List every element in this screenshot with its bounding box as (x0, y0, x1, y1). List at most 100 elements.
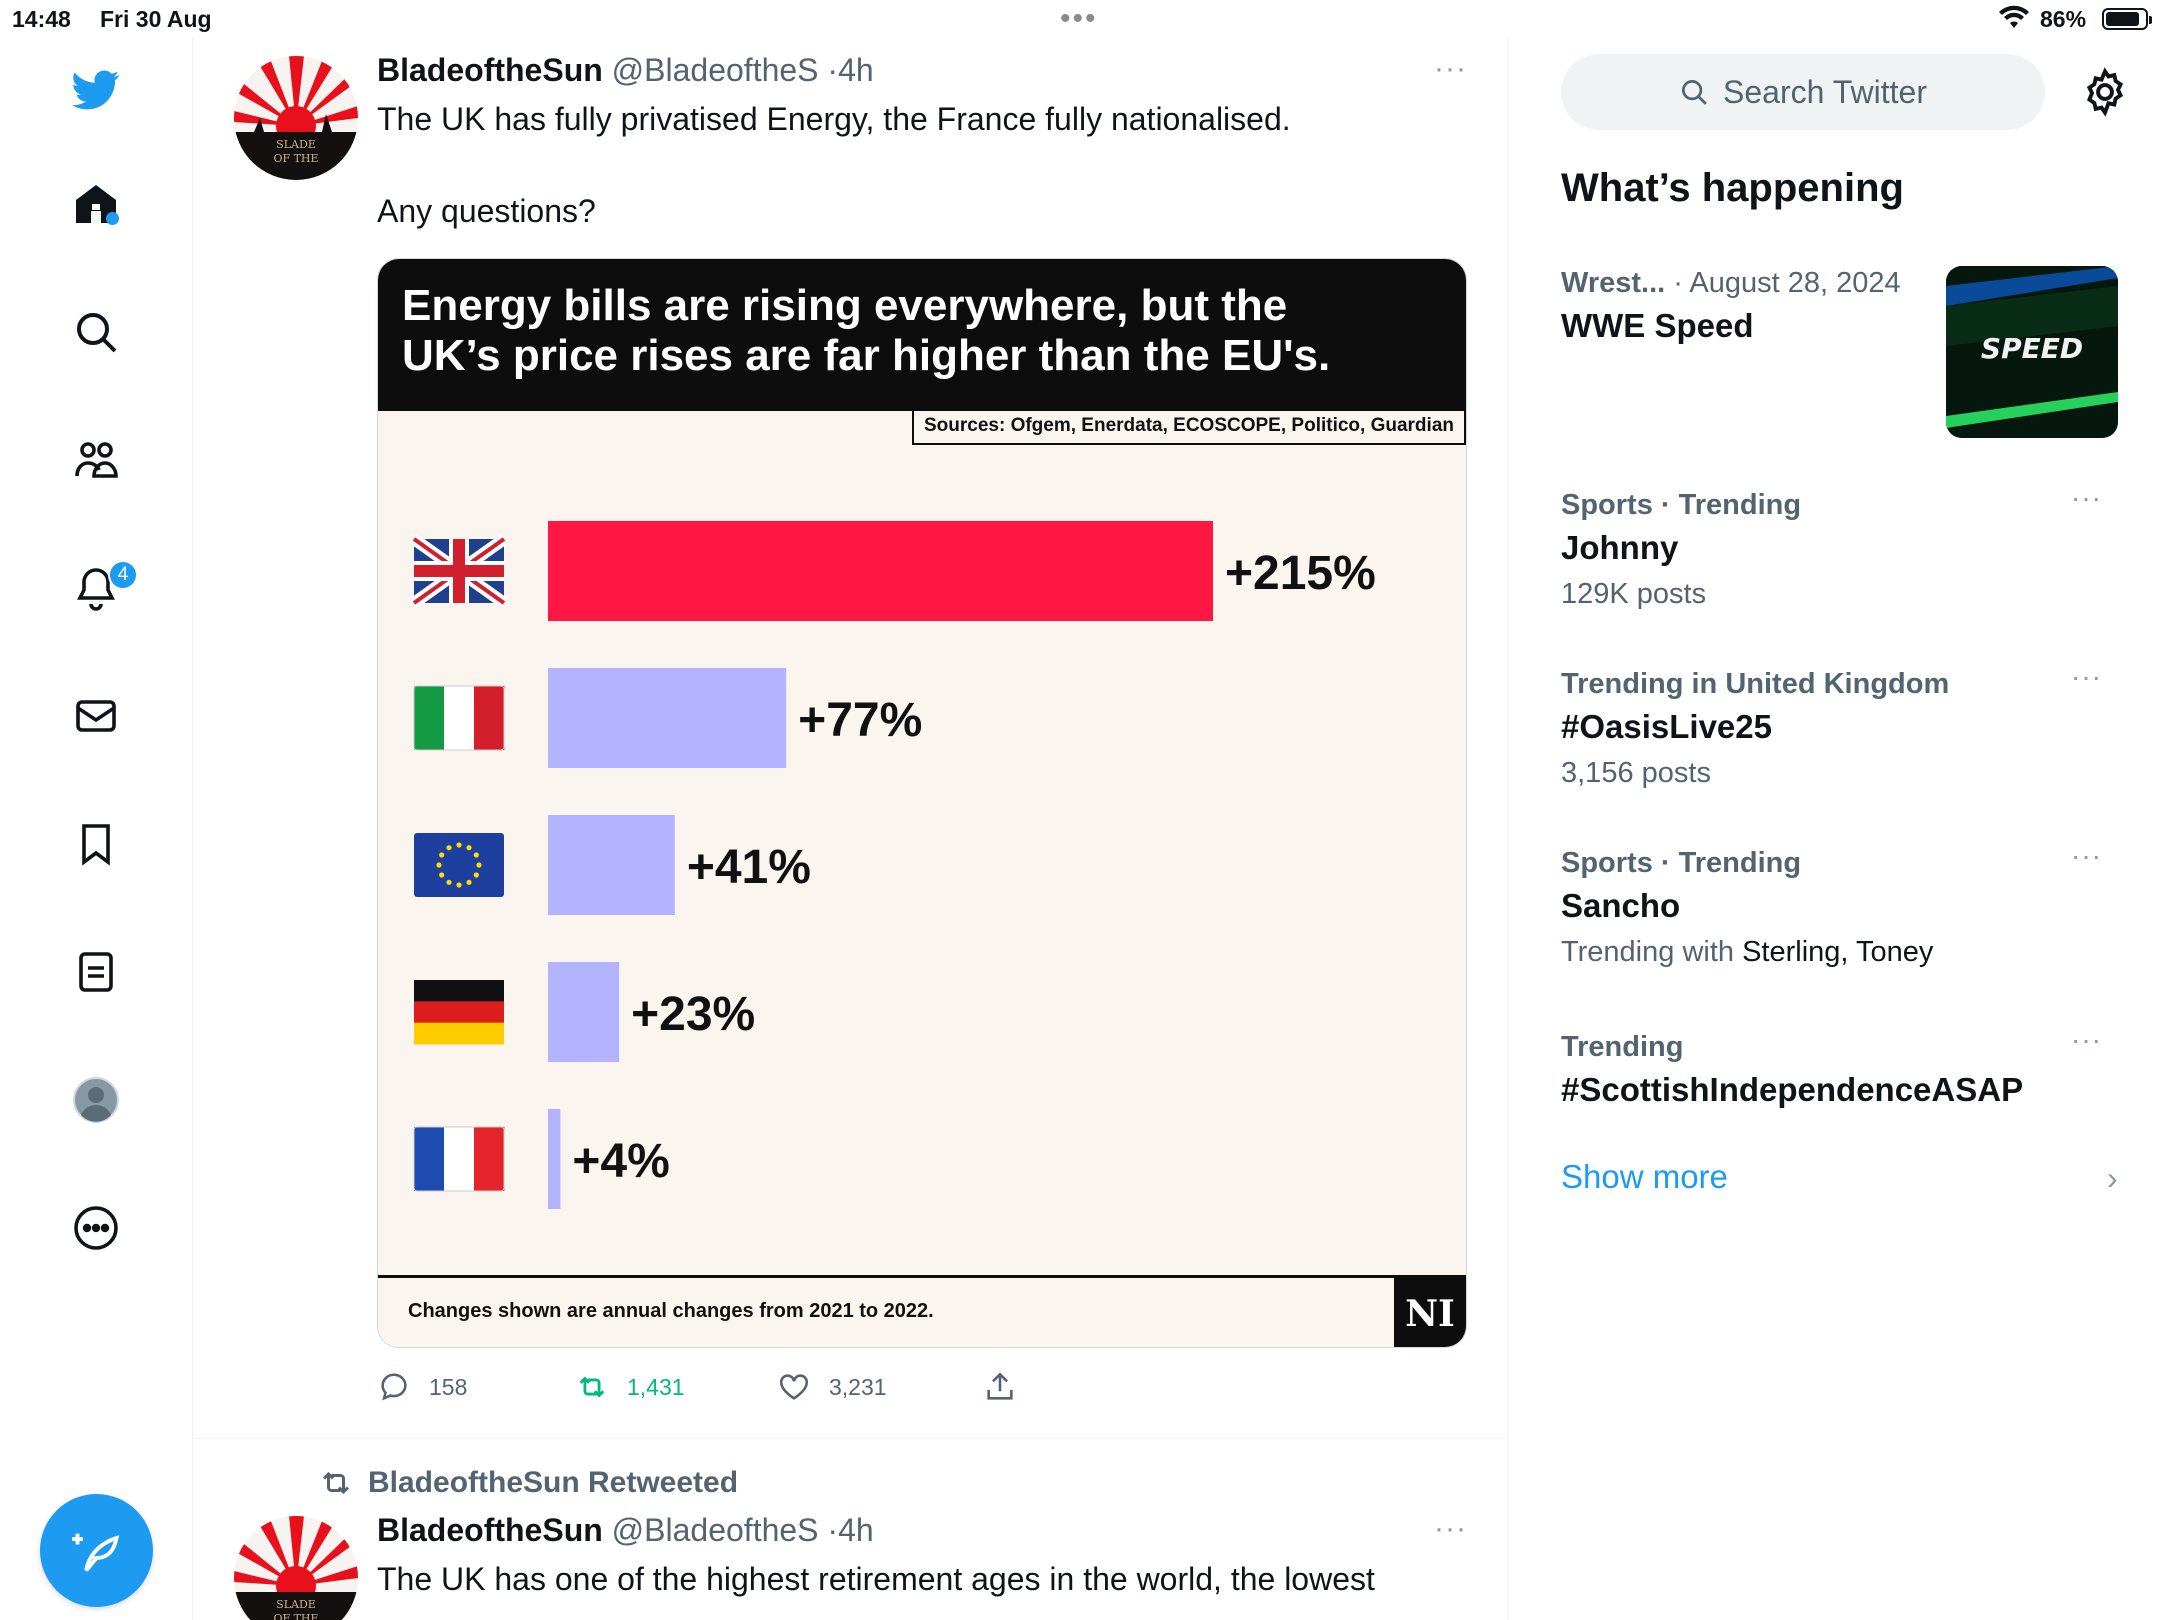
bar-value-label: +23% (631, 988, 755, 1041)
search-input[interactable]: Search Twitter (1561, 54, 2045, 130)
flag-eu-icon (414, 833, 504, 897)
flag-germany-icon (414, 980, 504, 1045)
profile-icon[interactable] (66, 1070, 126, 1130)
notifications-badge: 4 (108, 560, 138, 590)
image-sources: Sources: Ofgem, Enerdata, ECOSCOPE, Poli… (911, 411, 1466, 445)
battery-level-fill (2106, 12, 2139, 26)
more-icon[interactable] (66, 1198, 126, 1258)
search-icon[interactable] (66, 302, 126, 362)
trend-related-label: Trending with (1561, 936, 1743, 968)
trend-title: #OasisLive25 (1561, 708, 1772, 745)
share-button[interactable] (983, 1370, 1017, 1404)
tweet-image[interactable]: Energy bills are rising everywhere, but … (377, 258, 1467, 1348)
bar-france (548, 1109, 561, 1209)
tweet-actions: 158 1,431 3,231 (377, 1370, 1377, 1410)
trend-related-names: Sterling, Toney (1742, 936, 1934, 968)
tweet-timestamp[interactable]: 4h (838, 1512, 874, 1548)
wifi-icon (1998, 4, 2030, 36)
flag-uk-icon (410, 534, 508, 608)
trend-thumbnail[interactable]: SPEED (1946, 266, 2118, 438)
publisher-logo: NI (1394, 1278, 1466, 1347)
svg-text:OF THE: OF THE (273, 1612, 318, 1620)
image-headline-banner: Energy bills are rising everywhere, but … (378, 259, 1466, 411)
trend-post-count: 3,156 posts (1561, 757, 1711, 789)
bar-value-label: +41% (687, 841, 811, 894)
bar-eu (548, 815, 675, 915)
search-icon (1682, 80, 1707, 105)
like-count: 3,231 (829, 1373, 887, 1400)
trend-category: Trending (1561, 1031, 1684, 1063)
twitter-logo-icon[interactable] (66, 60, 126, 120)
tweet-author-handle[interactable]: @BladeoftheS (612, 1512, 819, 1548)
svg-text:OF THE: OF THE (273, 152, 318, 165)
trend-item[interactable]: Sports · Trending Johnny 129K posts ··· (1561, 482, 2121, 616)
show-more-link[interactable]: Show more (1561, 1158, 1728, 1196)
retweeted-by[interactable]: BladeoftheSun Retweeted (318, 1465, 738, 1501)
trend-more-icon[interactable]: ··· (2071, 1024, 2102, 1056)
bookmarks-icon[interactable] (66, 814, 126, 874)
svg-text:SLADE: SLADE (276, 138, 316, 151)
trend-category: Wrest... (1561, 267, 1666, 299)
retweeted-by-label: BladeoftheSun Retweeted (368, 1466, 739, 1499)
tweet-separator: · (827, 52, 839, 88)
trend-category: Trending in United Kingdom (1561, 668, 1950, 700)
tweet-author-avatar[interactable]: SLADE OF THE (234, 56, 358, 180)
tweet-author-avatar[interactable]: SLADE OF THE (234, 1516, 358, 1620)
battery-percent: 86% (2040, 6, 2087, 32)
tweet-author-handle[interactable]: @BladeoftheS (612, 52, 819, 88)
timeline[interactable]: SLADE OF THE BladeoftheSun @BladeoftheS … (194, 38, 1508, 1620)
trend-post-count: 129K posts (1561, 578, 1707, 610)
home-unread-dot (106, 212, 119, 225)
energy-bar-chart: +215% +77% +41% +23% +4% (410, 521, 1376, 1209)
left-navigation (0, 38, 193, 1620)
lists-icon[interactable] (66, 942, 126, 1002)
trend-item[interactable]: Trending #ScottishIndependenceASAP ··· (1561, 1024, 2121, 1114)
trend-more-icon[interactable]: ··· (2071, 482, 2102, 514)
reply-button[interactable]: 158 (377, 1370, 467, 1404)
messages-icon[interactable] (66, 686, 126, 746)
tweet-author-name[interactable]: BladeoftheSun (377, 1512, 603, 1548)
bar-uk (548, 521, 1213, 621)
tweet-timestamp[interactable]: 4h (838, 52, 874, 88)
tweet-text: The UK has one of the highest retirement… (377, 1561, 1375, 1597)
tweet-separator: · (827, 1512, 839, 1548)
share-icon (987, 1372, 1013, 1400)
communities-icon[interactable] (66, 430, 126, 490)
trend-title: Sancho (1561, 887, 1681, 924)
status-time: 14:48 (12, 6, 71, 32)
trend-more-icon[interactable]: ··· (2071, 661, 2102, 693)
trend-date: · August 28, 2024 (1665, 267, 1901, 299)
status-bar: 14:48 Fri 30 Aug ••• 86% (0, 0, 2160, 38)
trend-item[interactable]: Sports · Trending Sancho Trending with S… (1561, 840, 2121, 974)
image-footnote: Changes shown are annual changes from 20… (408, 1300, 934, 1322)
image-headline: Energy bills are rising everywhere, but … (402, 281, 1331, 380)
trend-item[interactable]: Trending in United Kingdom #OasisLive25 … (1561, 661, 2121, 795)
reply-count: 158 (429, 1373, 468, 1400)
multitasking-dots-icon[interactable]: ••• (1060, 2, 1098, 36)
retweet-icon (579, 1376, 605, 1398)
settings-gear-icon[interactable] (2079, 66, 2131, 118)
tweet-header: BladeoftheSun @BladeoftheS ·4h (377, 52, 874, 89)
bar-germany (548, 962, 620, 1062)
app-window: 14:48 Fri 30 Aug ••• 86% 4 SLADE OF THE … (0, 0, 2160, 1620)
retweet-button[interactable]: 1,431 (575, 1370, 685, 1404)
tweet-more-icon[interactable]: ··· (1434, 52, 1467, 86)
bar-italy (548, 668, 787, 768)
tweet-more-icon[interactable]: ··· (1434, 1512, 1467, 1546)
compose-icon (71, 1533, 119, 1572)
home-icon[interactable] (66, 174, 126, 234)
trend-title: #ScottishIndependenceASAP (1561, 1071, 2024, 1108)
flag-italy-icon (413, 685, 505, 751)
like-button[interactable]: 3,231 (777, 1370, 887, 1404)
image-footer: Changes shown are annual changes from 20… (378, 1275, 1466, 1347)
compose-tweet-button[interactable] (40, 1494, 153, 1607)
battery-icon (2102, 8, 2152, 30)
trend-more-icon[interactable]: ··· (2071, 840, 2102, 872)
trend-title: Johnny (1561, 529, 1679, 566)
chevron-right-icon[interactable]: › (2107, 1160, 2118, 1197)
bar-value-label: +77% (798, 694, 922, 747)
retweet-count: 1,431 (627, 1373, 685, 1400)
tweet-divider (194, 1438, 1507, 1439)
tweet-author-name[interactable]: BladeoftheSun (377, 52, 603, 88)
tweet-header: BladeoftheSun @BladeoftheS ·4h (377, 1512, 874, 1549)
